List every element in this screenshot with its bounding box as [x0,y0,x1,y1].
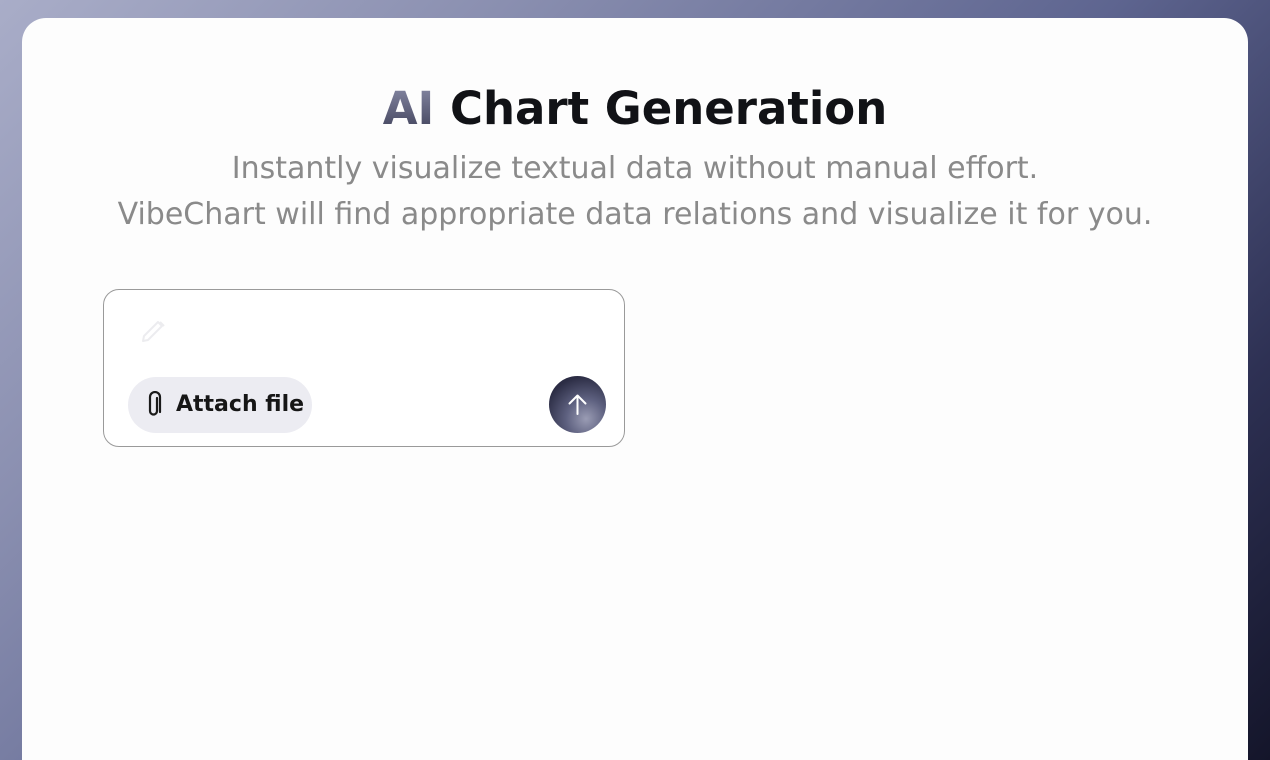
attach-file-label: Attach file [176,392,305,417]
arrow-up-icon [568,394,587,415]
prompt-box: Attach file [103,289,625,447]
paperclip-icon [148,391,162,416]
title-text: Chart Generation [434,82,888,135]
prompt-input[interactable] [130,310,604,352]
subtitle-line-2: VibeChart will find appropriate data rel… [117,197,1153,232]
subtitle-line-1: Instantly visualize textual data without… [231,151,1039,186]
send-button[interactable] [549,376,606,433]
page-title: AI Chart Generation [0,82,1270,136]
title-accent: AI [382,82,435,135]
attach-file-button[interactable]: Attach file [128,377,312,433]
